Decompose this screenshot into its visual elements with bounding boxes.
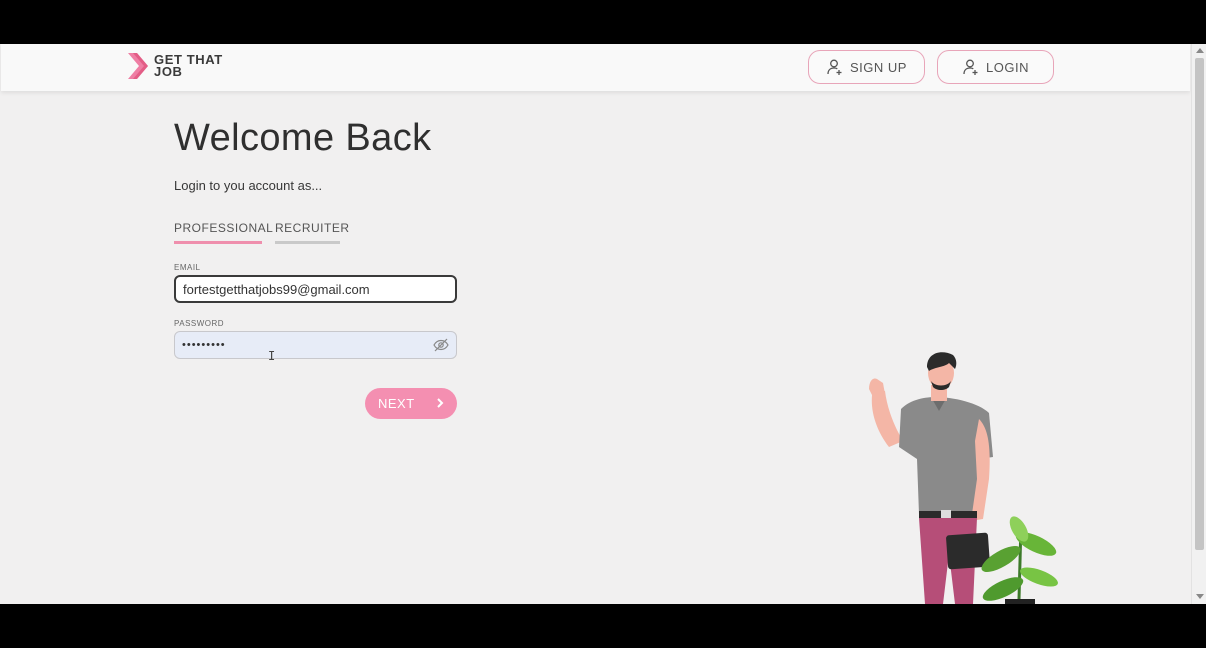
login-button[interactable]: LOGIN <box>937 50 1054 84</box>
text-cursor-icon: I <box>268 349 276 363</box>
sign-up-label: SIGN UP <box>850 59 907 75</box>
email-field[interactable]: fortestgetthatjobs99@gmail.com <box>174 275 457 303</box>
login-label: LOGIN <box>986 59 1029 75</box>
next-label: NEXT <box>378 396 415 411</box>
man-with-plant-illustration <box>869 352 1058 604</box>
eye-off-icon[interactable] <box>433 338 449 352</box>
password-label: PASSWORD <box>174 319 225 328</box>
browser-viewport: GET THAT JOB SIGN UP LOGIN Welcome Back … <box>0 44 1206 604</box>
user-plus-icon <box>827 59 842 75</box>
vertical-scrollbar[interactable] <box>1191 44 1206 604</box>
top-navbar: GET THAT JOB SIGN UP LOGIN <box>1 44 1190 91</box>
scrollbar-thumb[interactable] <box>1195 58 1204 550</box>
tab-professional[interactable]: PROFESSIONAL <box>174 221 273 244</box>
next-button[interactable]: NEXT <box>365 388 457 419</box>
page-title: Welcome Back <box>174 117 432 159</box>
scroll-down-arrow-icon[interactable] <box>1196 594 1204 599</box>
page-subtitle: Login to you account as... <box>174 178 323 193</box>
scroll-up-arrow-icon[interactable] <box>1196 48 1204 53</box>
email-label: EMAIL <box>174 263 201 272</box>
logo-text: GET THAT JOB <box>154 52 223 79</box>
user-plus-icon <box>963 59 978 75</box>
email-value: fortestgetthatjobs99@gmail.com <box>183 281 370 297</box>
chevron-right-icon <box>437 398 444 408</box>
logo[interactable]: GET THAT JOB <box>128 53 244 79</box>
password-field[interactable]: ••••••••• <box>174 331 457 359</box>
password-value: ••••••••• <box>182 339 226 351</box>
tab-recruiter[interactable]: RECRUITER <box>275 221 349 244</box>
logo-chevron-icon <box>128 53 148 79</box>
sign-up-button[interactable]: SIGN UP <box>808 50 925 84</box>
login-page: GET THAT JOB SIGN UP LOGIN Welcome Back … <box>1 44 1190 604</box>
